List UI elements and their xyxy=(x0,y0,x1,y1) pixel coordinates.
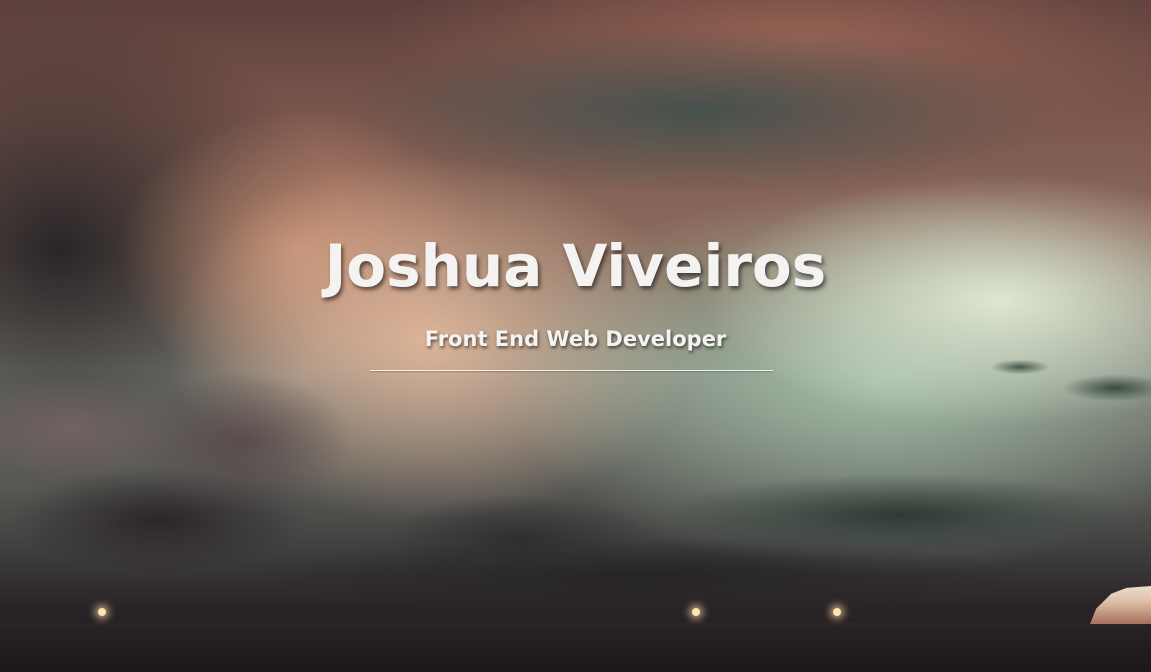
hero-section: Joshua Viveiros Front End Web Developer xyxy=(0,0,1151,672)
hero-divider xyxy=(370,370,773,371)
hero-name-heading: Joshua Viveiros xyxy=(324,232,827,300)
hero-subtitle: Front End Web Developer xyxy=(424,327,727,351)
hero-content: Joshua Viveiros Front End Web Developer xyxy=(0,0,1151,672)
